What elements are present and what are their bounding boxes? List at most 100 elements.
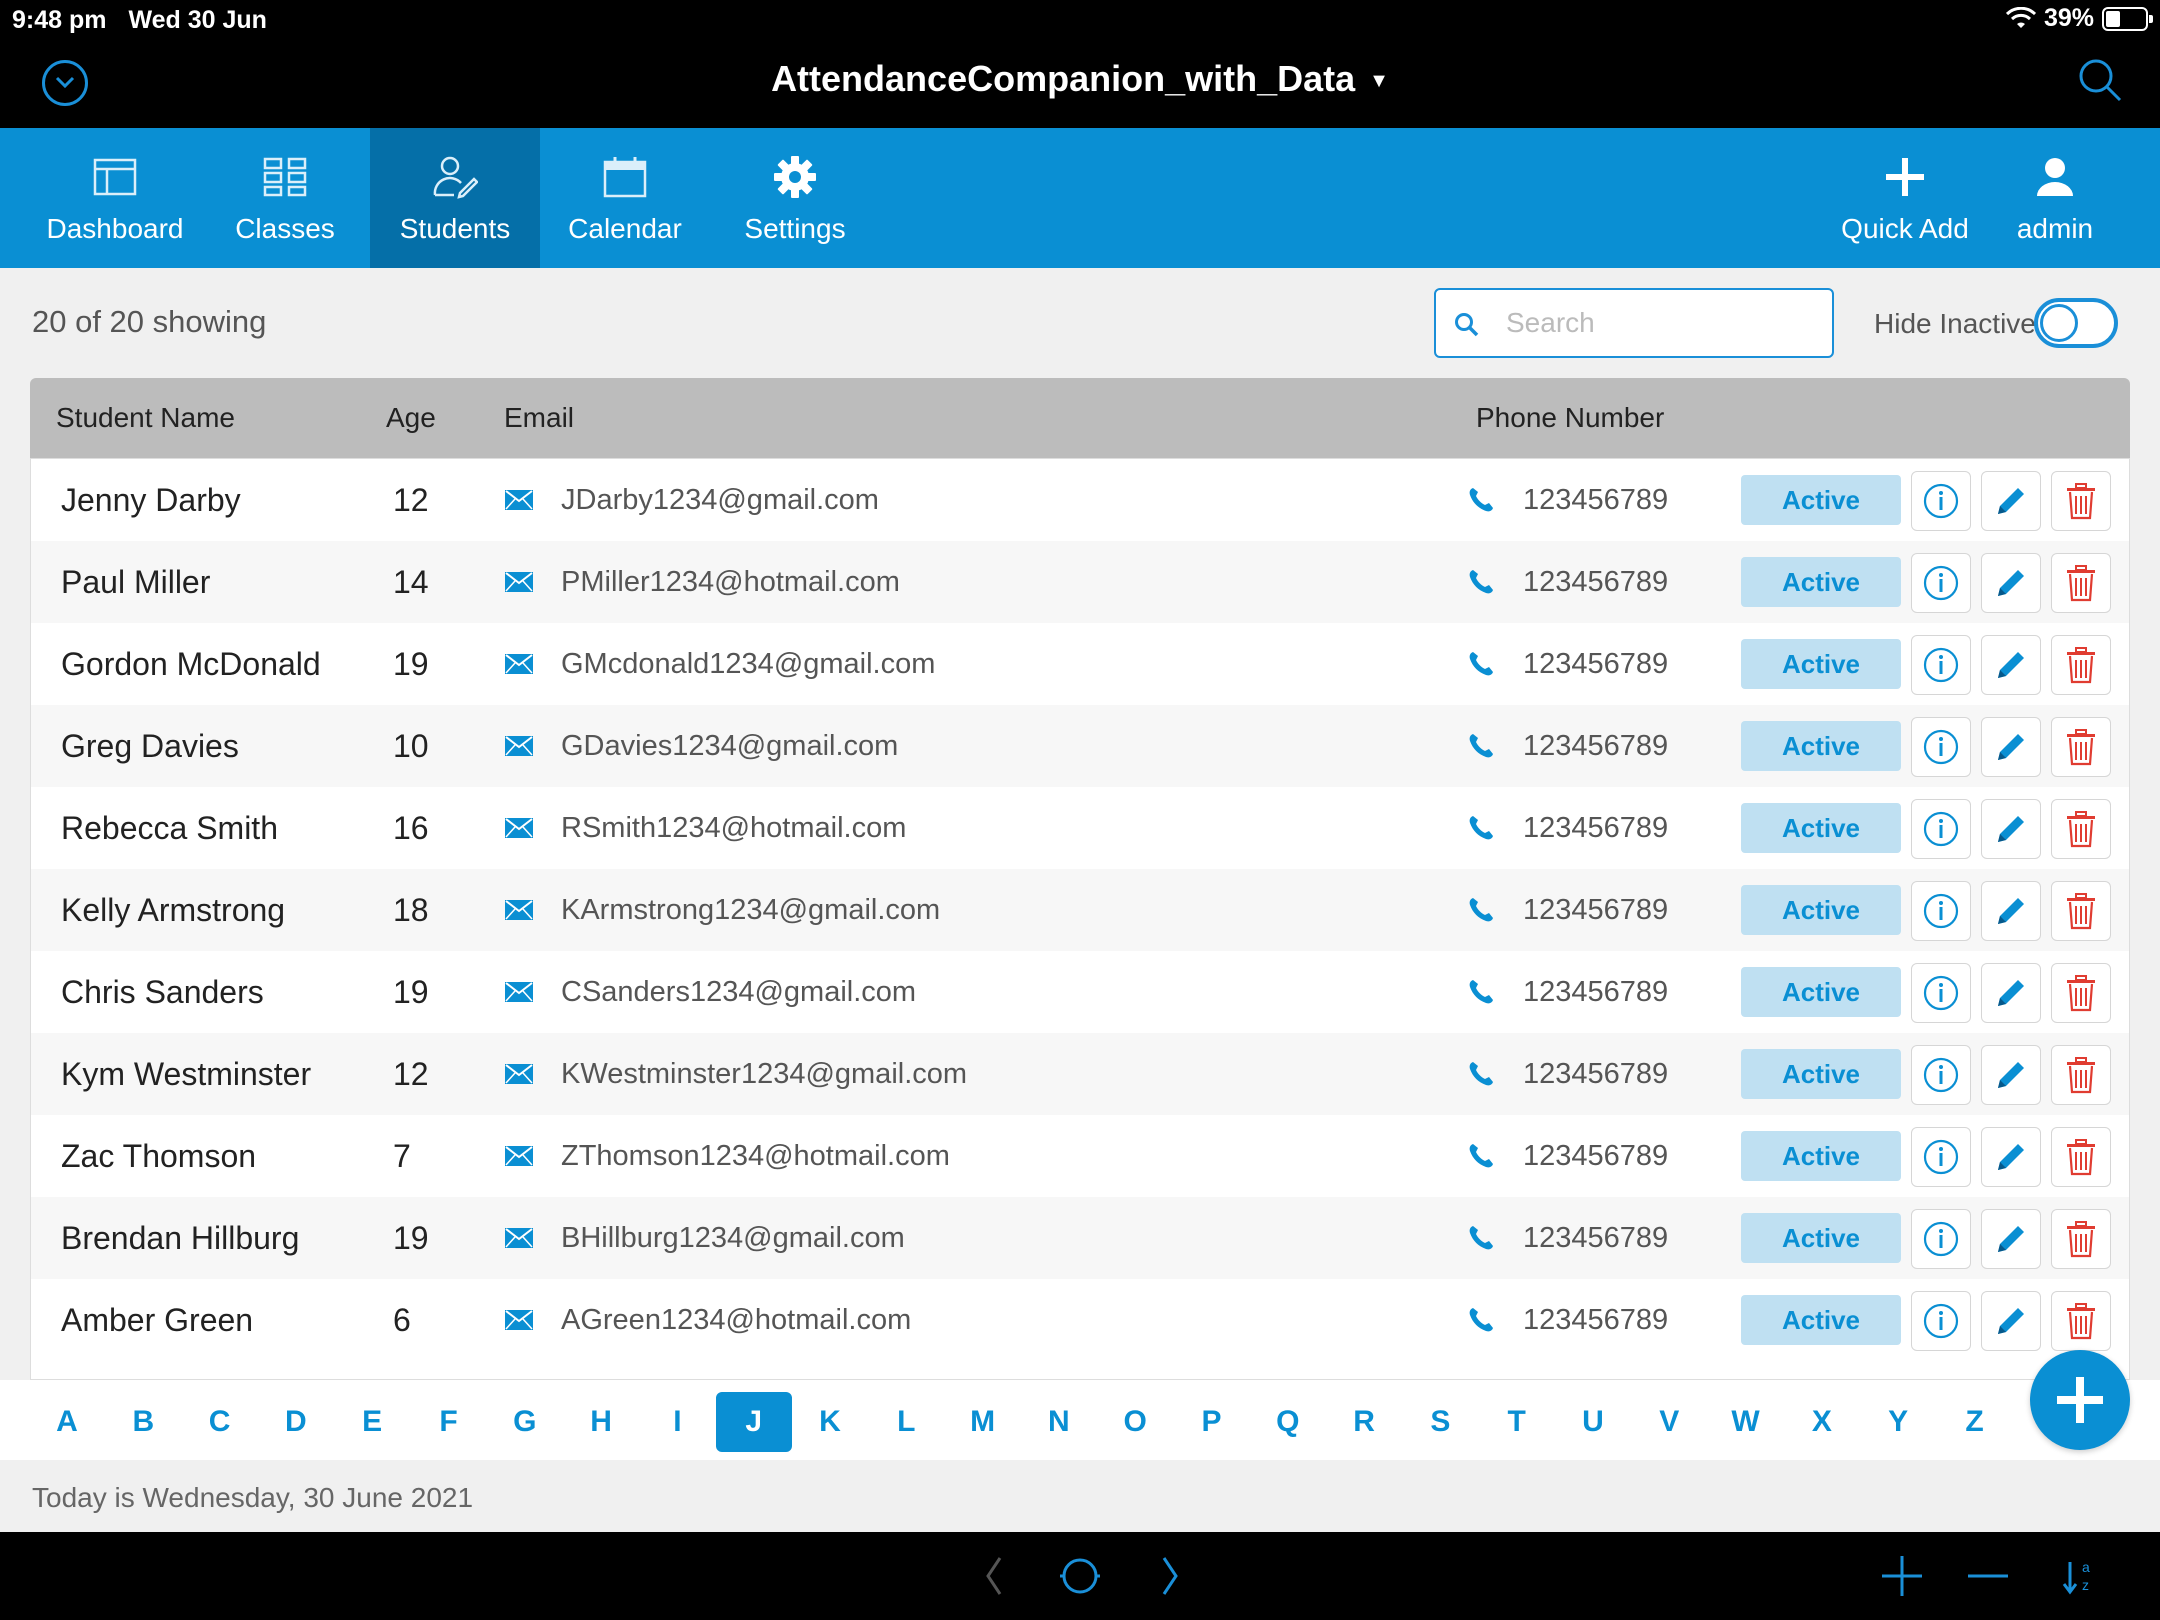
phone-icon-cell[interactable]: [1467, 705, 1495, 787]
status-button[interactable]: Active: [1741, 803, 1901, 853]
student-email[interactable]: CSanders1234@gmail.com: [561, 951, 916, 1033]
table-row[interactable]: Jenny Darby 12 JDarby1234@gmail.com 1234567…: [31, 459, 2129, 541]
user-menu-button[interactable]: admin: [1990, 128, 2120, 268]
status-button[interactable]: Active: [1741, 967, 1901, 1017]
phone-icon-cell[interactable]: [1467, 541, 1495, 623]
phone-icon-cell[interactable]: [1467, 951, 1495, 1033]
edit-button[interactable]: [1981, 1291, 2041, 1351]
header-email[interactable]: Email: [504, 402, 574, 434]
status-button[interactable]: Active: [1741, 1131, 1901, 1181]
status-button[interactable]: Active: [1741, 1295, 1901, 1345]
alphabet-letter[interactable]: I: [639, 1392, 715, 1452]
delete-button[interactable]: [2051, 799, 2111, 859]
student-email[interactable]: RSmith1234@hotmail.com: [561, 787, 906, 869]
table-row[interactable]: Amber Green 6 AGreen1234@hotmail.com 123456…: [31, 1279, 2129, 1361]
phone-icon-cell[interactable]: [1467, 459, 1495, 541]
table-row[interactable]: Rebecca Smith 16 RSmith1234@hotmail.com 123…: [31, 787, 2129, 869]
student-email[interactable]: AGreen1234@hotmail.com: [561, 1279, 911, 1361]
student-phone[interactable]: 123456789: [1523, 951, 1668, 1033]
student-email[interactable]: PMiller1234@hotmail.com: [561, 541, 900, 623]
alphabet-letter[interactable]: Q: [1250, 1392, 1326, 1452]
email-icon-cell[interactable]: [505, 459, 533, 541]
info-button[interactable]: [1911, 963, 1971, 1023]
alphabet-letter[interactable]: Y: [1860, 1392, 1936, 1452]
status-button[interactable]: Active: [1741, 557, 1901, 607]
alphabet-letter[interactable]: H: [563, 1392, 639, 1452]
alphabet-letter[interactable]: N: [1021, 1392, 1097, 1452]
forward-arrow-icon[interactable]: [1158, 1554, 1182, 1598]
student-phone[interactable]: 123456789: [1523, 1033, 1668, 1115]
student-phone[interactable]: 123456789: [1523, 623, 1668, 705]
edit-button[interactable]: [1981, 1209, 2041, 1269]
student-email[interactable]: JDarby1234@gmail.com: [561, 459, 879, 541]
student-email[interactable]: GDavies1234@gmail.com: [561, 705, 898, 787]
header-student-name[interactable]: Student Name: [56, 402, 235, 434]
edit-button[interactable]: [1981, 717, 2041, 777]
delete-button[interactable]: [2051, 963, 2111, 1023]
edit-button[interactable]: [1981, 799, 2041, 859]
alphabet-letter[interactable]: D: [258, 1392, 334, 1452]
remove-record-icon[interactable]: [1966, 1554, 2010, 1598]
email-icon-cell[interactable]: [505, 869, 533, 951]
info-button[interactable]: [1911, 1127, 1971, 1187]
phone-icon-cell[interactable]: [1467, 869, 1495, 951]
info-button[interactable]: [1911, 717, 1971, 777]
phone-icon-cell[interactable]: [1467, 1279, 1495, 1361]
table-row[interactable]: Kym Westminster 12 KWestminster1234@gmail.…: [31, 1033, 2129, 1115]
edit-button[interactable]: [1981, 553, 2041, 613]
alphabet-letter[interactable]: K: [792, 1392, 868, 1452]
student-phone[interactable]: 123456789: [1523, 541, 1668, 623]
alphabet-letter[interactable]: M: [945, 1392, 1021, 1452]
header-age[interactable]: Age: [386, 402, 436, 434]
phone-icon-cell[interactable]: [1467, 1033, 1495, 1115]
info-button[interactable]: [1911, 881, 1971, 941]
email-icon-cell[interactable]: [505, 787, 533, 869]
edit-button[interactable]: [1981, 1045, 2041, 1105]
alphabet-letter[interactable]: C: [182, 1392, 258, 1452]
home-circle-icon[interactable]: [1058, 1554, 1102, 1598]
delete-button[interactable]: [2051, 717, 2111, 777]
alphabet-letter[interactable]: O: [1097, 1392, 1173, 1452]
email-icon-cell[interactable]: [505, 1115, 533, 1197]
sort-icon[interactable]: a z: [2062, 1554, 2102, 1598]
alphabet-letter[interactable]: Z: [1937, 1392, 2013, 1452]
alphabet-letter[interactable]: A: [29, 1392, 105, 1452]
phone-icon-cell[interactable]: [1467, 623, 1495, 705]
add-student-fab[interactable]: [2030, 1350, 2130, 1450]
delete-button[interactable]: [2051, 553, 2111, 613]
nav-calendar[interactable]: Calendar: [540, 128, 710, 268]
delete-button[interactable]: [2051, 1209, 2111, 1269]
nav-dashboard[interactable]: Dashboard: [30, 128, 200, 268]
status-button[interactable]: Active: [1741, 475, 1901, 525]
table-row[interactable]: Brendan Hillburg 19 BHillburg1234@gmail.co…: [31, 1197, 2129, 1279]
delete-button[interactable]: [2051, 1291, 2111, 1351]
alphabet-letter[interactable]: G: [487, 1392, 563, 1452]
delete-button[interactable]: [2051, 881, 2111, 941]
phone-icon-cell[interactable]: [1467, 1115, 1495, 1197]
alphabet-letter[interactable]: L: [868, 1392, 944, 1452]
info-button[interactable]: [1911, 1291, 1971, 1351]
header-phone[interactable]: Phone Number: [1476, 402, 1664, 434]
alphabet-letter[interactable]: T: [1479, 1392, 1555, 1452]
alphabet-letter[interactable]: R: [1326, 1392, 1402, 1452]
student-phone[interactable]: 123456789: [1523, 1279, 1668, 1361]
student-email[interactable]: GMcdonald1234@gmail.com: [561, 623, 935, 705]
alphabet-letter[interactable]: S: [1402, 1392, 1478, 1452]
app-title[interactable]: AttendanceCompanion_with_Data ▼: [0, 58, 2160, 100]
status-button[interactable]: Active: [1741, 1213, 1901, 1263]
quick-add-button[interactable]: Quick Add: [1820, 128, 1990, 268]
alphabet-letter[interactable]: E: [334, 1392, 410, 1452]
email-icon-cell[interactable]: [505, 1033, 533, 1115]
phone-icon-cell[interactable]: [1467, 1197, 1495, 1279]
search-field[interactable]: [1434, 288, 1834, 358]
status-button[interactable]: Active: [1741, 1049, 1901, 1099]
info-button[interactable]: [1911, 1209, 1971, 1269]
table-row[interactable]: Zac Thomson 7 ZThomson1234@hotmail.com 1234…: [31, 1115, 2129, 1197]
edit-button[interactable]: [1981, 1127, 2041, 1187]
alphabet-letter[interactable]: X: [1784, 1392, 1860, 1452]
delete-button[interactable]: [2051, 1045, 2111, 1105]
hide-inactive-toggle[interactable]: [2034, 298, 2118, 348]
table-row[interactable]: Paul Miller 14 PMiller1234@hotmail.com 1234…: [31, 541, 2129, 623]
table-row[interactable]: Chris Sanders 19 CSanders1234@gmail.com 123…: [31, 951, 2129, 1033]
back-arrow-icon[interactable]: [982, 1554, 1006, 1598]
